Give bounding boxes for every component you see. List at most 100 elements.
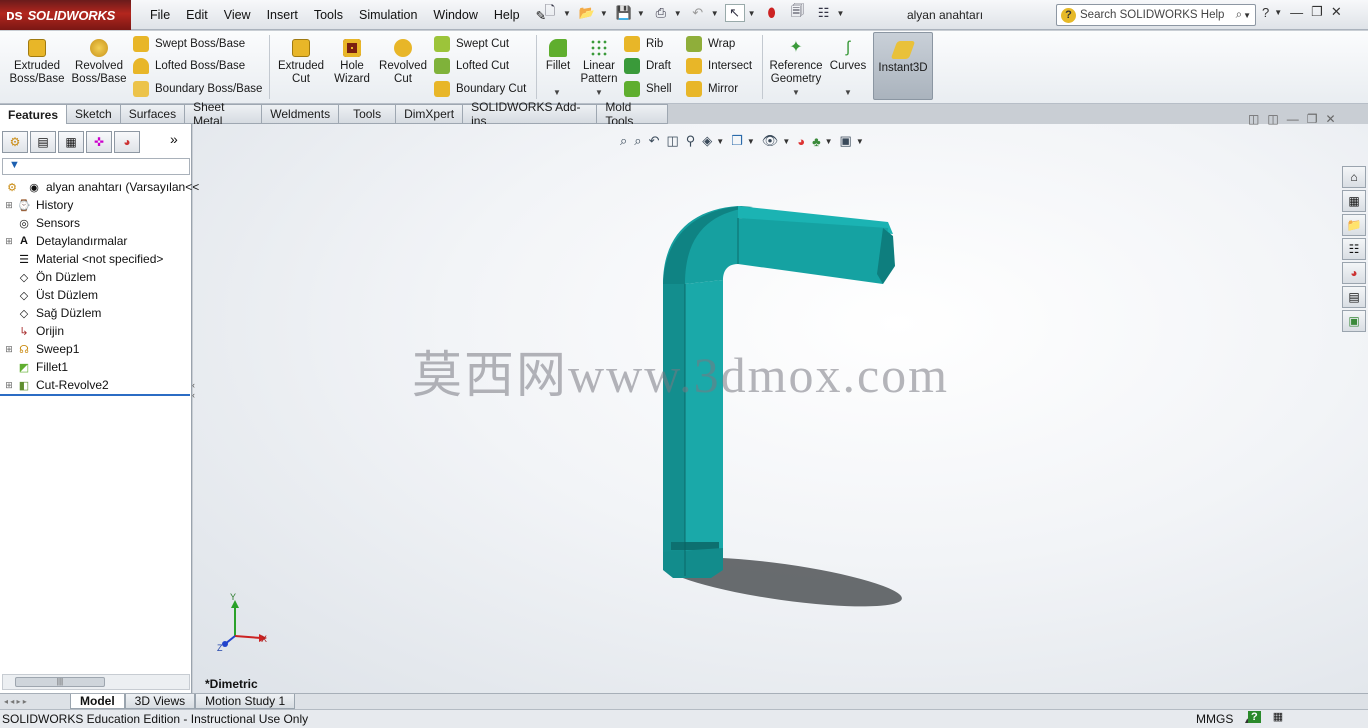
- solidworks-logo[interactable]: ᴅs SOLIDWORKS: [0, 0, 131, 30]
- open-folder-icon[interactable]: 📂: [577, 4, 597, 22]
- zoom-to-area-icon[interactable]: ⌕: [634, 133, 641, 149]
- rebuild-traffic-light-icon[interactable]: ⬮: [762, 4, 782, 22]
- previous-view-icon[interactable]: ↶: [649, 133, 660, 149]
- tile-vertical-icon[interactable]: ◫: [1267, 112, 1278, 126]
- lofted-cut-button[interactable]: Lofted Cut: [434, 57, 509, 75]
- save-icon[interactable]: 💾: [614, 4, 634, 22]
- menu-view[interactable]: View: [216, 8, 259, 22]
- help-status-icon[interactable]: ?: [1248, 710, 1261, 723]
- chevron-down-icon[interactable]: ▼: [747, 137, 755, 146]
- extruded-cut-button[interactable]: Extruded Cut: [274, 39, 328, 86]
- tree-item-right-plane[interactable]: ◇ Sağ Düzlem: [4, 304, 102, 322]
- tile-horizontal-icon[interactable]: ◫: [1248, 112, 1259, 126]
- menu-edit[interactable]: Edit: [178, 8, 216, 22]
- configuration-manager-tab-icon[interactable]: ▦: [58, 131, 84, 153]
- chevron-down-icon[interactable]: ▼: [1274, 8, 1282, 17]
- fillet-button[interactable]: Fillet: [540, 39, 576, 73]
- view-orientation-icon[interactable]: ◈: [702, 133, 712, 149]
- menu-simulation[interactable]: Simulation: [351, 8, 425, 22]
- doc-close-icon[interactable]: ✕: [1325, 112, 1335, 126]
- solidworks-resources-icon[interactable]: ⌂: [1342, 166, 1366, 188]
- tree-root-part[interactable]: ⚙ ◉ alyan anahtarı (Varsayılan<<: [2, 178, 199, 196]
- search-icon[interactable]: ⌕: [1236, 9, 1242, 22]
- scrollbar-thumb[interactable]: |||: [15, 677, 105, 687]
- doc-restore-icon[interactable]: ❐: [1307, 112, 1318, 126]
- tree-item-sweep1[interactable]: ⊞ ☊ Sweep1: [4, 340, 79, 358]
- tree-item-front-plane[interactable]: ◇ Ön Düzlem: [4, 268, 96, 286]
- minimize-icon[interactable]: —: [1290, 5, 1303, 20]
- help-icon[interactable]: ?: [1262, 5, 1269, 20]
- print-icon[interactable]: ⎙: [651, 4, 671, 22]
- expand-icon[interactable]: ⊞: [4, 236, 14, 247]
- expand-panel-icon[interactable]: »: [170, 131, 178, 155]
- options-icon[interactable]: ☷: [814, 4, 834, 22]
- chevron-down-icon[interactable]: ▼: [563, 9, 571, 18]
- tree-item-cut-revolve2[interactable]: ⊞ ◧ Cut-Revolve2: [4, 376, 108, 394]
- tab-weldments[interactable]: Weldments: [262, 104, 340, 124]
- menu-file[interactable]: File: [142, 8, 178, 22]
- tree-item-origin[interactable]: ↳ Orijin: [4, 322, 64, 340]
- chevron-down-icon[interactable]: ▼: [782, 137, 790, 146]
- revolved-boss-button[interactable]: Revolved Boss/Base: [70, 39, 128, 86]
- boundary-cut-button[interactable]: Boundary Cut: [434, 80, 526, 98]
- revolved-cut-button[interactable]: Revolved Cut: [378, 39, 428, 86]
- rollback-bar[interactable]: [0, 394, 190, 396]
- tree-item-history[interactable]: ⊞ ⌚ History: [4, 196, 73, 214]
- apply-scene-icon[interactable]: ♣: [812, 134, 821, 149]
- tab-solidworks-addins[interactable]: SOLIDWORKS Add-ins: [463, 100, 598, 128]
- expand-icon[interactable]: ⊞: [4, 344, 14, 355]
- dimxpert-manager-tab-icon[interactable]: ✜: [86, 131, 112, 153]
- graphics-viewport[interactable]: Y X Z: [193, 124, 1368, 694]
- chevron-down-icon[interactable]: ▼: [792, 88, 800, 97]
- zoom-to-fit-icon[interactable]: ⌕: [620, 133, 627, 149]
- rib-button[interactable]: Rib: [624, 35, 663, 53]
- tab-motion-study-1[interactable]: Motion Study 1: [195, 694, 296, 709]
- chevron-down-icon[interactable]: ▼: [844, 88, 852, 97]
- design-library-icon[interactable]: ▦: [1342, 190, 1366, 212]
- shell-button[interactable]: Shell: [624, 80, 672, 98]
- menu-window[interactable]: Window: [425, 8, 485, 22]
- chevron-down-icon[interactable]: ▼: [637, 9, 645, 18]
- menu-tools[interactable]: Tools: [306, 8, 351, 22]
- chevron-down-icon[interactable]: ▼: [856, 137, 864, 146]
- tree-item-fillet1[interactable]: ◩ Fillet1: [4, 358, 68, 376]
- tab-scroll-arrows[interactable]: ◂ ◂ ▸ ▸: [0, 695, 70, 709]
- restore-icon[interactable]: ❐: [1311, 4, 1323, 20]
- lofted-boss-button[interactable]: Lofted Boss/Base: [133, 57, 245, 75]
- tree-item-sensors[interactable]: ◎ Sensors: [4, 214, 80, 232]
- section-view-icon[interactable]: ◫: [666, 133, 678, 149]
- display-manager-tab-icon[interactable]: ◕: [114, 131, 140, 153]
- search-input[interactable]: Search SOLIDWORKS Help: [1080, 9, 1232, 21]
- chevron-down-icon[interactable]: ▼: [825, 137, 833, 146]
- forum-icon[interactable]: ▣: [1342, 310, 1366, 332]
- tab-dimxpert[interactable]: DimXpert: [396, 104, 464, 124]
- doc-minimize-icon[interactable]: —: [1287, 112, 1299, 126]
- panel-splitter-handle[interactable]: ‹ ‹: [192, 380, 200, 420]
- menu-help[interactable]: Help: [486, 8, 528, 22]
- expand-icon[interactable]: ⊞: [4, 380, 14, 391]
- status-expand-icon[interactable]: ▦: [1273, 710, 1283, 723]
- draft-button[interactable]: Draft: [624, 57, 671, 75]
- chevron-down-icon[interactable]: ▼: [748, 9, 756, 18]
- edit-appearance-icon[interactable]: ◕: [797, 134, 805, 149]
- extruded-boss-button[interactable]: Extruded Boss/Base: [8, 39, 66, 86]
- chevron-down-icon[interactable]: ▼: [837, 9, 845, 18]
- wrap-button[interactable]: Wrap: [686, 35, 735, 53]
- reference-geometry-button[interactable]: ✦ Reference Geometry: [766, 39, 826, 86]
- expand-icon[interactable]: ⊞: [4, 200, 14, 211]
- chevron-down-icon[interactable]: ▼: [1243, 11, 1251, 20]
- menu-insert[interactable]: Insert: [259, 8, 306, 22]
- file-explorer-icon[interactable]: 📁: [1342, 214, 1366, 236]
- hide-show-items-icon[interactable]: 👁: [762, 133, 779, 149]
- file-properties-icon[interactable]: 🗐: [788, 3, 808, 22]
- tree-item-top-plane[interactable]: ◇ Üst Düzlem: [4, 286, 98, 304]
- hole-wizard-button[interactable]: Hole Wizard: [330, 39, 374, 86]
- appearances-icon[interactable]: ◕: [1342, 262, 1366, 284]
- chevron-down-icon[interactable]: ▼: [600, 9, 608, 18]
- tab-3d-views[interactable]: 3D Views: [124, 694, 196, 709]
- select-arrow-icon[interactable]: ↖: [724, 4, 745, 22]
- tree-filter-input[interactable]: ▼: [2, 158, 190, 175]
- tab-mold-tools[interactable]: Mold Tools: [597, 100, 668, 128]
- chevron-down-icon[interactable]: ▼: [716, 137, 724, 146]
- instant3d-toggle[interactable]: Instant3D: [873, 32, 933, 100]
